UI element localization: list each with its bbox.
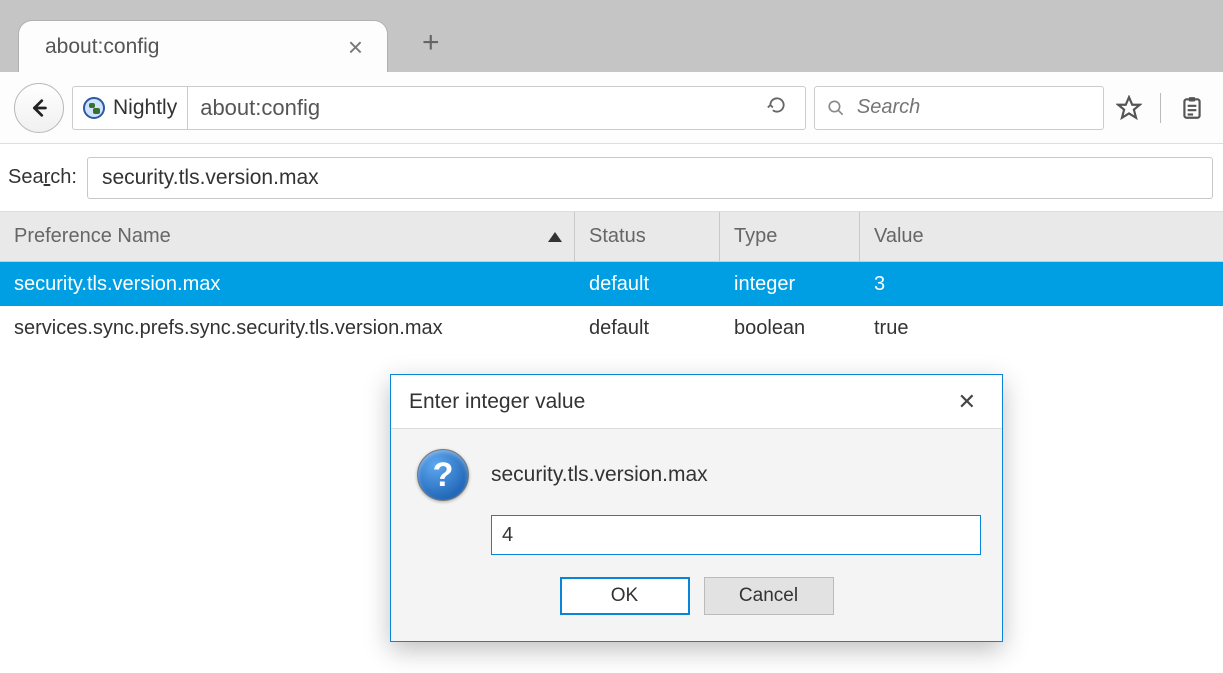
search-icon (827, 98, 845, 118)
url-bar[interactable]: about:config (187, 86, 806, 130)
dialog-title: Enter integer value (409, 390, 585, 414)
dialog-titlebar: Enter integer value ✕ (391, 375, 1002, 429)
cell-type: integer (720, 273, 860, 296)
new-tab-button[interactable]: + (410, 24, 452, 62)
tab-title: about:config (45, 35, 340, 59)
table-row[interactable]: services.sync.prefs.sync.security.tls.ve… (0, 306, 1223, 350)
library-button[interactable] (1175, 91, 1209, 125)
toolbar-separator (1160, 93, 1161, 123)
cell-status: default (575, 317, 720, 340)
cell-value: true (860, 317, 1223, 340)
filter-label: Search: (8, 166, 77, 189)
tab-strip: about:config × + (0, 0, 1223, 72)
reload-icon (767, 95, 787, 115)
clipboard-list-icon (1179, 95, 1205, 121)
identity-box[interactable]: Nightly (72, 86, 187, 130)
filter-input[interactable] (87, 157, 1213, 199)
nav-toolbar: Nightly about:config (0, 72, 1223, 144)
close-icon[interactable]: ✕ (950, 385, 984, 419)
browser-tab[interactable]: about:config × (18, 20, 388, 72)
edit-value-dialog: Enter integer value ✕ ? security.tls.ver… (390, 374, 1003, 642)
dialog-pref-name: security.tls.version.max (491, 463, 708, 487)
cell-status: default (575, 273, 720, 296)
col-header-status[interactable]: Status (575, 212, 720, 261)
identity-label: Nightly (113, 96, 177, 120)
question-icon: ? (417, 449, 469, 501)
back-button[interactable] (14, 83, 64, 133)
table-row[interactable]: security.tls.version.max default integer… (0, 262, 1223, 306)
cell-value: 3 (860, 273, 1223, 296)
search-box[interactable] (814, 86, 1104, 130)
arrow-left-icon (28, 97, 50, 119)
globe-icon (83, 97, 105, 119)
bookmark-star-button[interactable] (1112, 91, 1146, 125)
col-header-preference-name[interactable]: Preference Name (0, 212, 575, 261)
table-header: Preference Name Status Type Value (0, 212, 1223, 262)
filter-bar: Search: (0, 144, 1223, 212)
close-icon[interactable]: × (340, 30, 371, 64)
cell-pref: security.tls.version.max (0, 273, 575, 296)
ok-button[interactable]: OK (560, 577, 690, 615)
value-input[interactable] (491, 515, 981, 555)
dialog-body: ? security.tls.version.max OK Cancel (391, 429, 1002, 641)
col-header-type[interactable]: Type (720, 212, 860, 261)
search-input[interactable] (855, 95, 1091, 120)
reload-button[interactable] (757, 91, 797, 125)
cell-pref: services.sync.prefs.sync.security.tls.ve… (0, 317, 575, 340)
star-icon (1116, 95, 1142, 121)
cancel-button[interactable]: Cancel (704, 577, 834, 615)
cell-type: boolean (720, 317, 860, 340)
url-text: about:config (200, 95, 757, 121)
col-header-value[interactable]: Value (860, 212, 1223, 261)
sort-asc-icon (548, 232, 562, 242)
